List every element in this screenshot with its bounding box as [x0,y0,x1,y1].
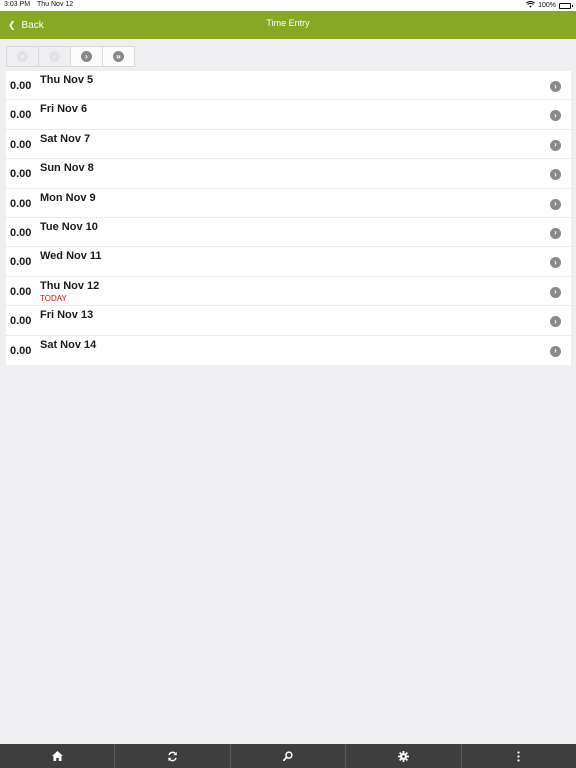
chevron-right-icon: › [550,198,561,210]
week-pager: « ‹ › » [6,46,135,68]
day-hours: 0.00 [10,226,32,239]
today-badge: TODAY [40,293,67,303]
day-list: 0.00 Thu Nov 5 › 0.00 Fri Nov 6 › 0.00 S… [6,71,571,365]
last-page-icon: » [113,51,124,62]
refresh-tab[interactable] [114,744,229,768]
day-row[interactable]: 0.00 Fri Nov 13 › [6,306,571,336]
day-label: Sat Nov 14 [40,338,97,351]
day-hours: 0.00 [10,285,32,298]
status-date: Thu Nov 12 [37,1,74,8]
day-label: Thu Nov 5 [40,74,94,86]
chevron-right-icon: › [550,345,561,357]
chevron-right-icon: › [550,110,561,122]
day-label: Fri Nov 13 [40,309,94,322]
wifi-icon [526,0,536,10]
day-label: Sat Nov 7 [40,132,91,145]
previous-page-button[interactable]: ‹ [38,46,71,67]
time-entry-screen: 3:03 PM Thu Nov 12 100% Time Entry ❮ Bac… [0,0,576,768]
day-row[interactable]: 0.00 Fri Nov 6 › [6,100,571,130]
day-hours: 0.00 [10,138,32,151]
battery-icon [559,2,573,9]
day-row[interactable]: 0.00 Tue Nov 10 › [6,217,571,248]
day-row[interactable]: 0.00 Sat Nov 14 › [6,335,571,365]
chevron-right-icon: › [550,169,561,181]
chevron-right-icon: › [550,316,561,328]
day-hours: 0.00 [10,197,32,210]
search-icon [283,751,293,761]
day-label: Wed Nov 11 [40,250,102,263]
status-time: 3:03 PM [4,1,31,8]
gear-icon [397,750,409,762]
back-label: Back [21,19,44,31]
day-row[interactable]: 0.00 Sat Nov 7 › [6,129,571,160]
previous-page-icon: ‹ [49,51,60,62]
day-label: Mon Nov 9 [40,191,96,204]
day-label: Thu Nov 12 [40,279,100,292]
chevron-right-icon: › [550,286,561,298]
day-label: Fri Nov 6 [40,103,88,116]
chevron-right-icon: › [550,139,561,151]
tab-bar [0,744,576,768]
more-tab[interactable] [460,744,576,768]
chevron-right-icon: › [550,81,561,92]
day-row[interactable]: 0.00 Thu Nov 5 › [6,71,571,101]
day-hours: 0.00 [10,168,32,181]
search-tab[interactable] [229,744,345,768]
chevron-right-icon: › [550,227,561,239]
page-title: Time Entry [266,18,310,28]
home-icon [51,751,63,761]
first-page-button[interactable]: « [6,46,39,67]
home-tab[interactable] [0,744,114,768]
last-page-button[interactable]: » [102,46,135,67]
day-label: Tue Nov 10 [40,220,98,233]
day-row[interactable]: 0.00 Wed Nov 11 › [6,247,571,277]
chevron-right-icon: › [550,257,561,269]
battery-percent: 100% [538,2,556,9]
refresh-icon [167,751,178,762]
day-label: Sun Nov 8 [40,162,94,175]
day-hours: 0.00 [10,315,32,328]
nav-bar: Time Entry ❮ Back [0,11,576,39]
back-button[interactable]: ❮ Back [8,11,44,39]
day-hours: 0.00 [10,344,32,357]
day-row-today[interactable]: 0.00 Thu Nov 12 TODAY › [6,276,571,307]
status-right: 100% [526,0,573,10]
more-icon [517,750,520,762]
next-page-icon: › [81,51,92,62]
next-page-button[interactable]: › [70,46,103,67]
first-page-icon: « [17,51,28,62]
settings-tab[interactable] [345,744,460,768]
day-hours: 0.00 [10,109,32,122]
day-row[interactable]: 0.00 Mon Nov 9 › [6,188,571,218]
day-hours: 0.00 [10,80,32,92]
day-row[interactable]: 0.00 Sun Nov 8 › [6,159,571,189]
status-bar: 3:03 PM Thu Nov 12 100% [0,0,576,11]
day-hours: 0.00 [10,256,32,269]
chevron-left-icon: ❮ [8,19,16,30]
